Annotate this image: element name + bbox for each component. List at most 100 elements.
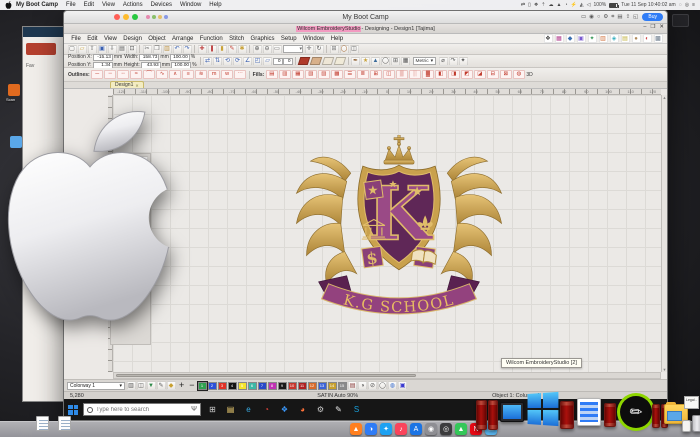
wilcom-titlebar[interactable]: Wilcom EmbroideryStudio - Designing - De… — [64, 24, 667, 34]
wifi-icon[interactable]: ◭ — [580, 2, 584, 8]
satin-fill-icon[interactable]: ▤ — [266, 70, 278, 79]
start-button[interactable] — [68, 405, 78, 415]
weave-fill-icon[interactable]: ▩ — [331, 70, 343, 79]
copy-icon[interactable]: ❐ — [153, 45, 162, 54]
search-input[interactable] — [96, 407, 182, 413]
overview-icon[interactable]: ◫ — [350, 45, 359, 54]
star-shape-icon[interactable]: ★ — [361, 57, 370, 66]
product-icon[interactable]: ◆ — [566, 34, 575, 43]
share-icon[interactable]: ⇪ — [626, 14, 631, 20]
color-swatch-2[interactable]: 2 — [208, 382, 217, 390]
color-swatch-4[interactable]: 4 — [228, 382, 237, 390]
undo-icon[interactable]: ↶ — [173, 45, 182, 54]
motif-run-icon[interactable]: ┈ — [117, 70, 129, 79]
skew-field[interactable]: 0 — [283, 58, 293, 65]
fancy-fill-icon[interactable]: ▨ — [318, 70, 330, 79]
apple-menu-icon[interactable] — [5, 1, 12, 9]
horizontal-scrollbar[interactable] — [113, 372, 661, 379]
embroidery-design-kg-school-crest[interactable]: K — [288, 135, 510, 321]
zoom-out-icon[interactable]: ⊖ — [263, 45, 272, 54]
scroll-thumb[interactable] — [116, 374, 416, 377]
camera-icon[interactable]: ◉ — [589, 14, 594, 20]
fill-bucket-icon[interactable]: ◆ — [167, 381, 176, 390]
paste-icon[interactable]: ▥ — [163, 45, 172, 54]
firefox-icon[interactable]: ◕ — [296, 403, 309, 416]
split-icon[interactable]: ▩ — [654, 34, 663, 43]
mac-menu-edit[interactable]: Edit — [80, 2, 98, 8]
menubar-app-name[interactable]: My Boot Camp — [12, 2, 62, 8]
wilcom-menu-stitch[interactable]: Stitch — [226, 36, 247, 42]
grid-frame-icon[interactable]: ⊞ — [391, 57, 400, 66]
desktop-icon-document[interactable] — [672, 14, 689, 27]
color-swatch-5[interactable]: 5 — [238, 382, 247, 390]
dock-windows-bootcamp-icon[interactable] — [528, 392, 559, 426]
zero-point-icon[interactable]: ⌀ — [439, 57, 448, 66]
minimize-button[interactable]: – — [643, 24, 646, 30]
color-swatch-8[interactable]: 8 — [268, 382, 277, 390]
siri-icon[interactable]: ◎ — [685, 2, 689, 8]
dock-maps-icon[interactable]: ▲ — [455, 423, 467, 435]
remove-color-button[interactable]: − — [189, 381, 194, 390]
export-icon[interactable]: ⇩ — [108, 45, 117, 54]
zoom-box-icon[interactable]: ▭ — [273, 45, 282, 54]
edge-icon[interactable]: e — [242, 403, 255, 416]
picker-icon[interactable]: ◯ — [378, 381, 387, 390]
mirror-v-icon[interactable]: ⇅ — [213, 57, 222, 66]
colorway-menu-icon[interactable]: ▥ — [127, 381, 136, 390]
tab-design1[interactable]: Design1 ✕ — [110, 81, 144, 88]
auto-scroll-icon[interactable]: ↷ — [449, 57, 458, 66]
colorway-select[interactable]: Colorway 1▾ — [67, 382, 125, 390]
notification-center-icon[interactable]: ≡ — [692, 2, 695, 8]
print-order-icon[interactable]: ▤ — [621, 34, 630, 43]
scale-icon[interactable]: ◰ — [253, 57, 262, 66]
dock-doc2-icon[interactable] — [58, 416, 71, 431]
zoom-level-combo[interactable]: ▾ — [283, 45, 303, 53]
threed-label[interactable]: 3D — [526, 72, 532, 78]
zoom-traffic-light[interactable] — [132, 14, 138, 20]
scale-x-field[interactable]: 100.00 — [170, 54, 190, 61]
color-swatch-12[interactable]: 12 — [308, 382, 317, 390]
new-icon[interactable]: ▢ — [68, 45, 77, 54]
spotlight-icon[interactable]: ◌ — [679, 2, 682, 8]
dense-icon[interactable]: ▓ — [422, 70, 434, 79]
scroll-down-icon[interactable]: ▼ — [663, 367, 667, 372]
dock-trash-icon[interactable] — [692, 415, 700, 432]
dock-wilcom-spools-icon[interactable] — [476, 400, 498, 430]
dock-remote-screen-icon[interactable] — [500, 402, 524, 422]
color-swatch-1[interactable]: 1 — [198, 382, 207, 390]
stemstitch-icon[interactable]: ⌒ — [143, 70, 155, 79]
shirt-icon[interactable]: ▼ — [147, 381, 156, 390]
grid-icon[interactable]: ⊞ — [330, 45, 339, 54]
wilcom-menu-arrange[interactable]: Arrange — [169, 36, 197, 42]
add-color-button[interactable]: + — [179, 381, 184, 390]
scroll-up-icon[interactable]: ▲ — [663, 95, 667, 100]
skew-icon[interactable]: ▱ — [263, 57, 272, 66]
mac-menu-help[interactable]: Help — [205, 2, 225, 8]
tatami-fill-icon[interactable]: ▥ — [279, 70, 291, 79]
save-icon[interactable]: ▣ — [98, 45, 107, 54]
hoop-icon[interactable]: ◯ — [340, 45, 349, 54]
layout-icon[interactable]: ◈ — [610, 34, 619, 43]
bluetooth-icon[interactable]: ❖ — [534, 2, 538, 8]
dock-coreldraw-icon[interactable]: ✎ — [620, 396, 652, 428]
dock-goto-doc-icon[interactable] — [36, 416, 49, 431]
color-swatch-11[interactable]: 11 — [298, 382, 307, 390]
dot-outline-icon[interactable]: ⋯ — [234, 70, 246, 79]
dock-appstore-icon[interactable]: A — [410, 423, 422, 435]
mesh-icon[interactable]: ▦ — [401, 57, 410, 66]
magic-wand-icon[interactable]: ✱ — [238, 45, 247, 54]
design-info-icon[interactable]: ❖ — [544, 34, 553, 43]
wilcom-menu-view[interactable]: View — [101, 36, 120, 42]
corner2-icon[interactable]: ◪ — [474, 70, 486, 79]
half-right-icon[interactable]: ◨ — [448, 70, 460, 79]
vertical-scrollbar[interactable]: ▲ ▼ — [661, 95, 667, 372]
mail-folder-fav[interactable]: Fav — [23, 61, 63, 71]
half-left-icon[interactable]: ◧ — [435, 70, 447, 79]
color-film-icon[interactable]: ▮ — [218, 45, 227, 54]
web-colors-icon[interactable]: ◍ — [388, 381, 397, 390]
wilcom-menu-setup[interactable]: Setup — [278, 36, 300, 42]
dock-music-icon[interactable]: ♪ — [395, 423, 407, 435]
import-icon[interactable]: ⇧ — [88, 45, 97, 54]
program-split-icon[interactable]: ▧ — [305, 70, 317, 79]
fullscreen-icon[interactable]: ◱ — [633, 14, 638, 20]
